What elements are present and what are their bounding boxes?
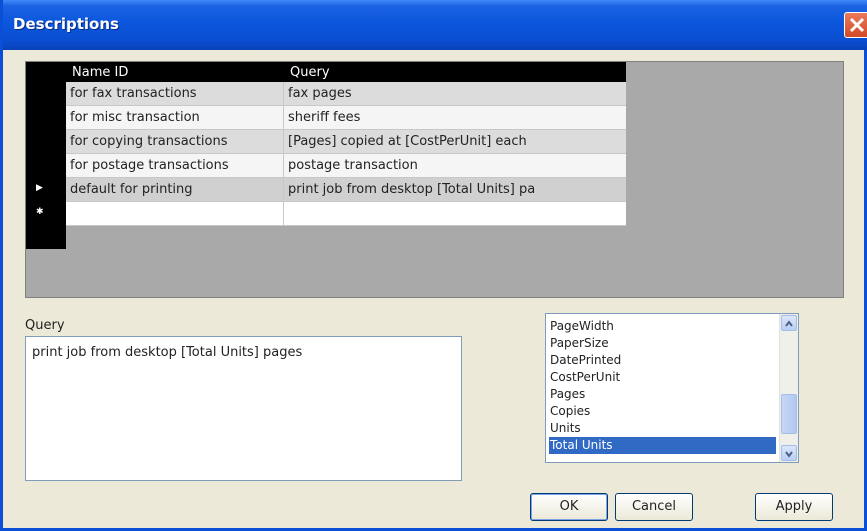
list-item-selected[interactable]: Total Units (549, 437, 776, 454)
cell-query[interactable]: sheriff fees (284, 106, 626, 129)
cell-query[interactable]: print job from desktop [Total Units] pa (284, 178, 626, 201)
table-row-current[interactable]: default for printing print job from desk… (66, 178, 626, 202)
cancel-button[interactable]: Cancel (615, 493, 693, 521)
list-item[interactable]: DatePrinted (549, 352, 776, 369)
cell-name-id[interactable]: default for printing (66, 178, 284, 201)
descriptions-grid: Name ID Query for fax transactions fax p… (25, 61, 844, 298)
list-item[interactable]: PageWidth (549, 318, 776, 335)
cell-name-id[interactable]: for copying transactions (66, 130, 284, 153)
window-title: Descriptions (13, 15, 119, 33)
list-item[interactable]: Pages (549, 386, 776, 403)
cell-query[interactable]: [Pages] copied at [CostPerUnit] each (284, 130, 626, 153)
column-header-query[interactable]: Query (290, 65, 330, 80)
table-row[interactable]: for copying transactions [Pages] copied … (66, 130, 626, 154)
table-row[interactable]: for fax transactions fax pages (66, 82, 626, 106)
list-item[interactable]: Copies (549, 403, 776, 420)
list-item[interactable]: PaperSize (549, 335, 776, 352)
query-label: Query (25, 318, 65, 333)
list-item[interactable]: Units (549, 420, 776, 437)
scroll-down-button[interactable] (781, 445, 797, 461)
query-textarea[interactable]: print job from desktop [Total Units] pag… (25, 336, 462, 481)
list-item[interactable]: CostPerUnit (549, 369, 776, 386)
title-bar[interactable]: Descriptions (3, 0, 867, 50)
ok-button[interactable]: OK (530, 493, 608, 521)
scroll-thumb[interactable] (781, 394, 797, 434)
table-row[interactable]: for misc transaction sheriff fees (66, 106, 626, 130)
chevron-up-icon (785, 320, 793, 327)
current-row-icon: ▶ (36, 183, 43, 193)
cell-query-new[interactable] (284, 202, 626, 225)
cell-name-id-new[interactable] (66, 202, 284, 225)
apply-button[interactable]: Apply (755, 493, 833, 521)
cell-query[interactable]: postage transaction (284, 154, 626, 177)
listbox-scrollbar[interactable] (779, 314, 798, 462)
grid-header: Name ID Query (66, 62, 626, 82)
table-row[interactable]: for postage transactions postage transac… (66, 154, 626, 178)
descriptions-dialog: Descriptions Name ID Query for fax trans… (0, 0, 867, 531)
cell-query[interactable]: fax pages (284, 82, 626, 105)
scroll-up-button[interactable] (781, 315, 797, 331)
row-selector-column[interactable] (26, 62, 66, 249)
column-header-name-id[interactable]: Name ID (72, 65, 128, 80)
close-button[interactable] (844, 12, 867, 38)
cell-name-id[interactable]: for postage transactions (66, 154, 284, 177)
cell-name-id[interactable]: for misc transaction (66, 106, 284, 129)
close-icon (849, 17, 865, 33)
cell-name-id[interactable]: for fax transactions (66, 82, 284, 105)
table-row-new[interactable] (66, 202, 626, 226)
fields-listbox[interactable]: PageWidth PaperSize DatePrinted CostPerU… (545, 313, 799, 463)
new-row-icon: ✱ (36, 207, 44, 217)
chevron-down-icon (785, 451, 793, 458)
